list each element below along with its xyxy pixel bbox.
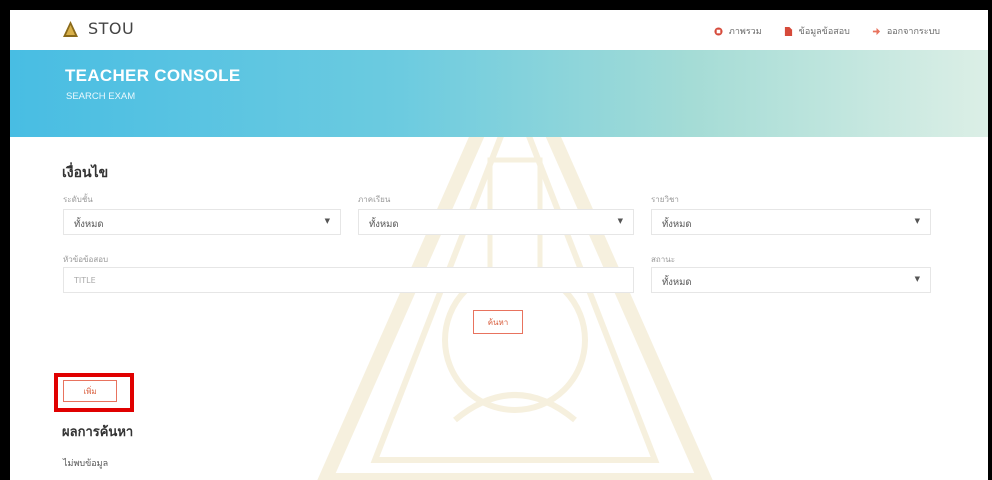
exam-title-label: หัวข้อข้อสอบ <box>63 255 109 264</box>
exam-title-input[interactable]: TITLE <box>63 267 634 293</box>
nav-logout-label: ออกจากระบบ <box>886 27 940 37</box>
banner-subtitle: SEARCH EXAM <box>66 91 136 102</box>
filters-title: เงื่อนไข <box>62 165 109 181</box>
nav-logout-link[interactable]: ออกจากระบบ <box>872 24 940 38</box>
semester-select[interactable]: ทั้งหมด ▼ <box>358 209 634 235</box>
page-banner: TEACHER CONSOLE SEARCH EXAM <box>10 50 988 137</box>
dashboard-icon <box>714 26 723 36</box>
search-button[interactable]: ค้นหา <box>473 310 523 334</box>
nav-overview-link[interactable]: ภาพรวม <box>714 24 762 38</box>
subject-select[interactable]: ทั้งหมด ▼ <box>651 209 931 235</box>
nav-links: ภาพรวม ข้อมูลข้อสอบ ออกจากระบบ <box>714 24 940 38</box>
chevron-down-icon: ▼ <box>914 217 920 225</box>
level-label: ระดับชั้น <box>63 195 93 204</box>
logout-icon <box>872 27 880 35</box>
exam-title-placeholder: TITLE <box>74 276 96 285</box>
status-select-value: ทั้งหมด <box>662 277 692 288</box>
semester-select-value: ทั้งหมด <box>369 219 399 230</box>
results-title: ผลการค้นหา <box>62 425 134 440</box>
subject-label: รายวิชา <box>651 195 679 204</box>
nav-exam-info-link[interactable]: ข้อมูลข้อสอบ <box>784 24 850 38</box>
add-button[interactable]: เพิ่ม <box>63 380 117 402</box>
app-frame: STOU ภาพรวม ข้อมูลข้อสอบ ออกจากระบบ TEAC… <box>10 10 988 480</box>
banner-title: TEACHER CONSOLE <box>65 66 241 85</box>
top-navbar: STOU ภาพรวม ข้อมูลข้อสอบ ออกจากระบบ <box>10 10 988 50</box>
chevron-down-icon: ▼ <box>324 217 330 225</box>
semester-label: ภาคเรียน <box>358 195 391 204</box>
no-data-message: ไม่พบข้อมูล <box>63 459 109 469</box>
chevron-down-icon: ▼ <box>617 217 623 225</box>
brand[interactable]: STOU <box>63 19 134 38</box>
status-label: สถานะ <box>651 255 675 264</box>
level-select-value: ทั้งหมด <box>74 219 104 230</box>
subject-select-value: ทั้งหมด <box>662 219 692 230</box>
level-select[interactable]: ทั้งหมด ▼ <box>63 209 341 235</box>
chevron-down-icon: ▼ <box>914 275 920 283</box>
document-icon <box>784 26 792 36</box>
nav-overview-label: ภาพรวม <box>728 27 762 37</box>
stou-logo-icon <box>63 20 78 37</box>
nav-exam-info-label: ข้อมูลข้อสอบ <box>798 27 850 37</box>
brand-label: STOU <box>88 19 135 38</box>
status-select[interactable]: ทั้งหมด ▼ <box>651 267 931 293</box>
